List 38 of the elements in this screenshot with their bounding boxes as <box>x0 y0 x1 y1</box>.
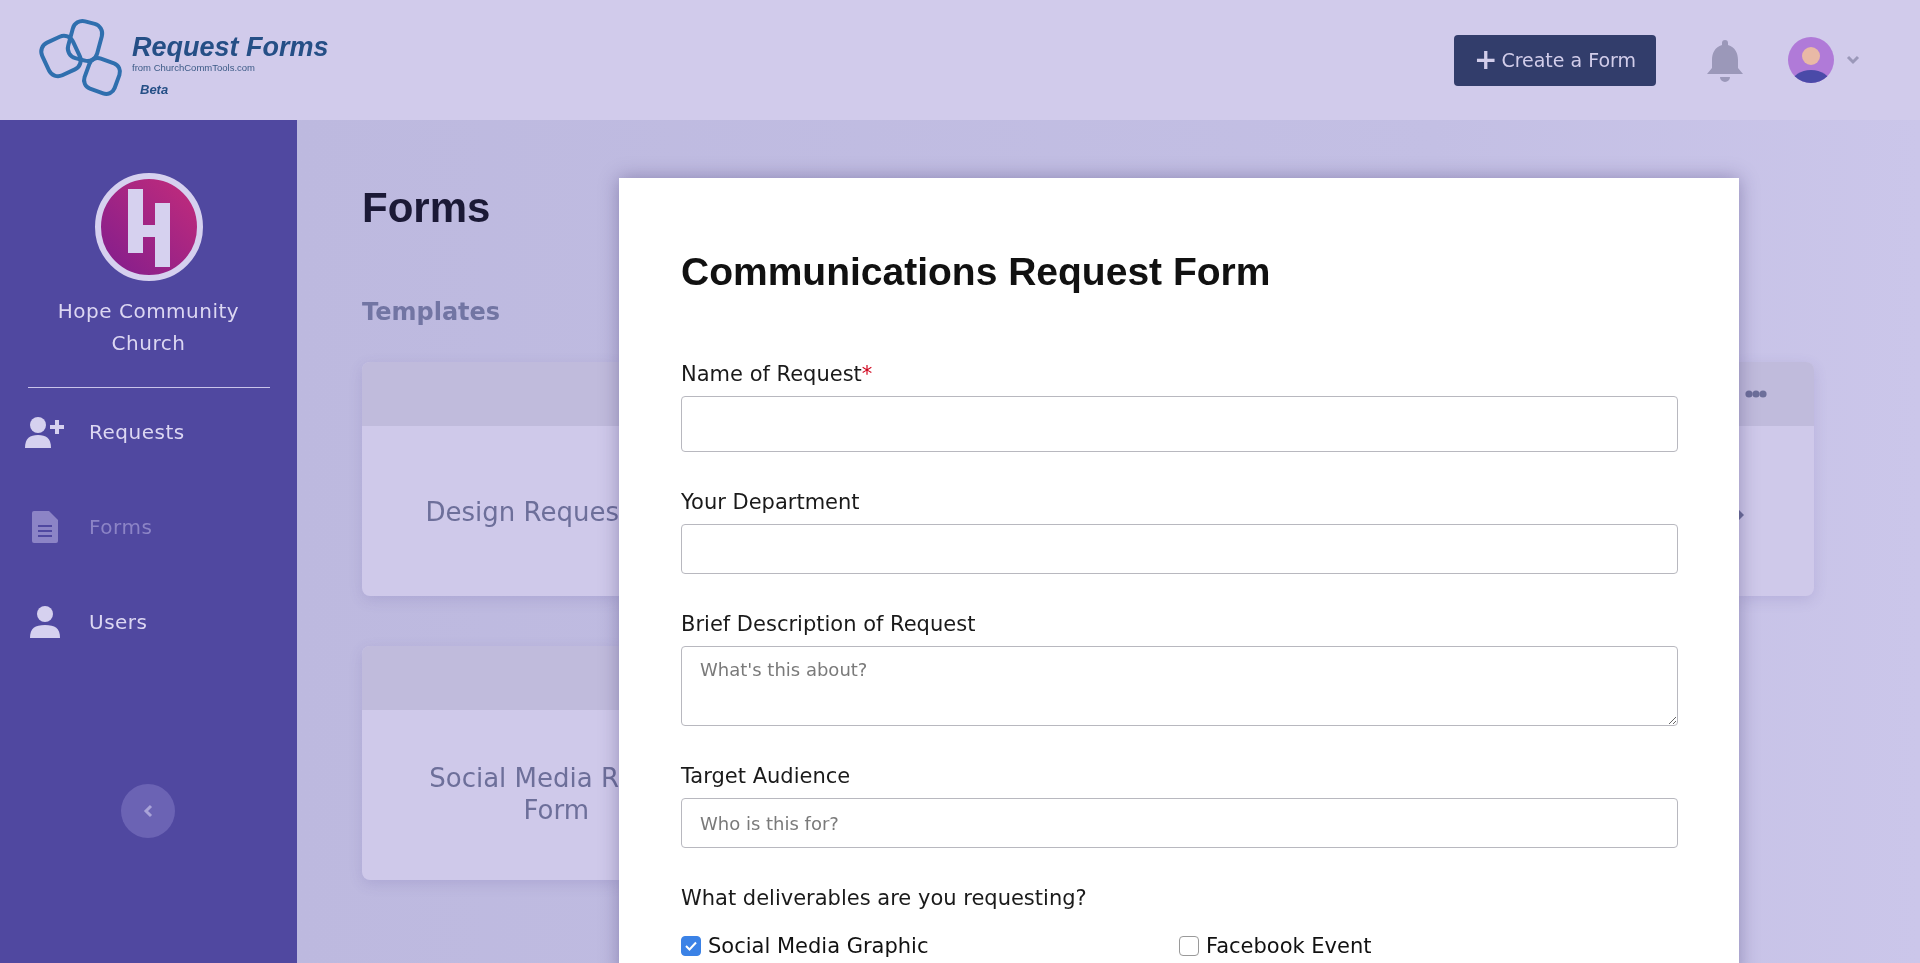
checkbox[interactable] <box>1179 936 1199 956</box>
checkbox-label: Facebook Event <box>1206 934 1372 958</box>
card-title: Social Media R <box>429 762 619 794</box>
field-label: Name of Request* <box>681 362 874 386</box>
create-form-button[interactable]: +Create a Form <box>1454 34 1656 86</box>
card-title: Design Reques <box>425 496 619 528</box>
church-logo-icon <box>94 173 203 281</box>
text-area[interactable]: What's this about? <box>681 646 1678 726</box>
app-title: Request Forms <box>132 32 329 62</box>
app-subtitle: from ChurchCommTools.com <box>132 62 256 74</box>
checkbox-label: Social Media Graphic <box>708 934 929 958</box>
beta-label: Beta <box>140 82 170 97</box>
sidebar-item[interactable]: Requests <box>25 412 297 451</box>
page-title: Forms <box>362 184 492 232</box>
field-label: Your Department <box>681 490 861 514</box>
notification-bell-icon[interactable] <box>1706 38 1744 82</box>
organization-name: Hope Community Church <box>56 298 241 357</box>
input-field[interactable] <box>681 396 1678 452</box>
collapse-button[interactable] <box>121 784 175 838</box>
sidebar-item[interactable]: Users <box>25 602 297 641</box>
avatar-icon[interactable] <box>1788 37 1834 83</box>
chevron-down-icon[interactable] <box>1846 55 1860 65</box>
field-label: What deliverables are you requesting? <box>681 886 1088 910</box>
checkbox[interactable] <box>681 936 701 956</box>
template-card[interactable] <box>1739 362 1814 596</box>
template-card[interactable]: Design Reques <box>362 362 619 596</box>
field-label: Brief Description of Request <box>681 612 977 636</box>
field-label: Target Audience <box>681 764 852 788</box>
input-field[interactable]: Who is this for? <box>681 798 1678 848</box>
checkmark-icon <box>685 941 697 951</box>
dialog-title: Communications Request Form <box>681 250 1272 294</box>
chevron-left-icon <box>143 804 153 818</box>
section-heading: Templates <box>362 298 502 326</box>
add-user-icon <box>25 415 65 448</box>
template-card[interactable]: Social Media R Form <box>362 646 619 880</box>
card-title: Form <box>523 794 589 826</box>
more-options-icon[interactable] <box>1745 390 1767 398</box>
input-field[interactable] <box>681 524 1678 574</box>
